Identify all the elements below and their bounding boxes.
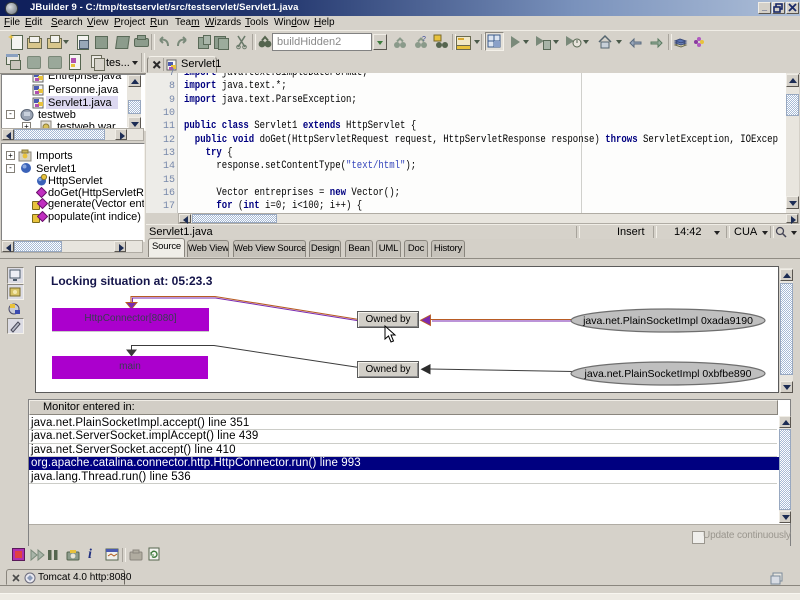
svg-text:java.net.PlainSocketImpl 0xbfb: java.net.PlainSocketImpl 0xbfbe890 xyxy=(584,368,752,380)
svg-text:java.net.PlainSocketImpl 0xada: java.net.PlainSocketImpl 0xada9190 xyxy=(582,315,753,327)
svg-text:?: ? xyxy=(422,36,426,43)
